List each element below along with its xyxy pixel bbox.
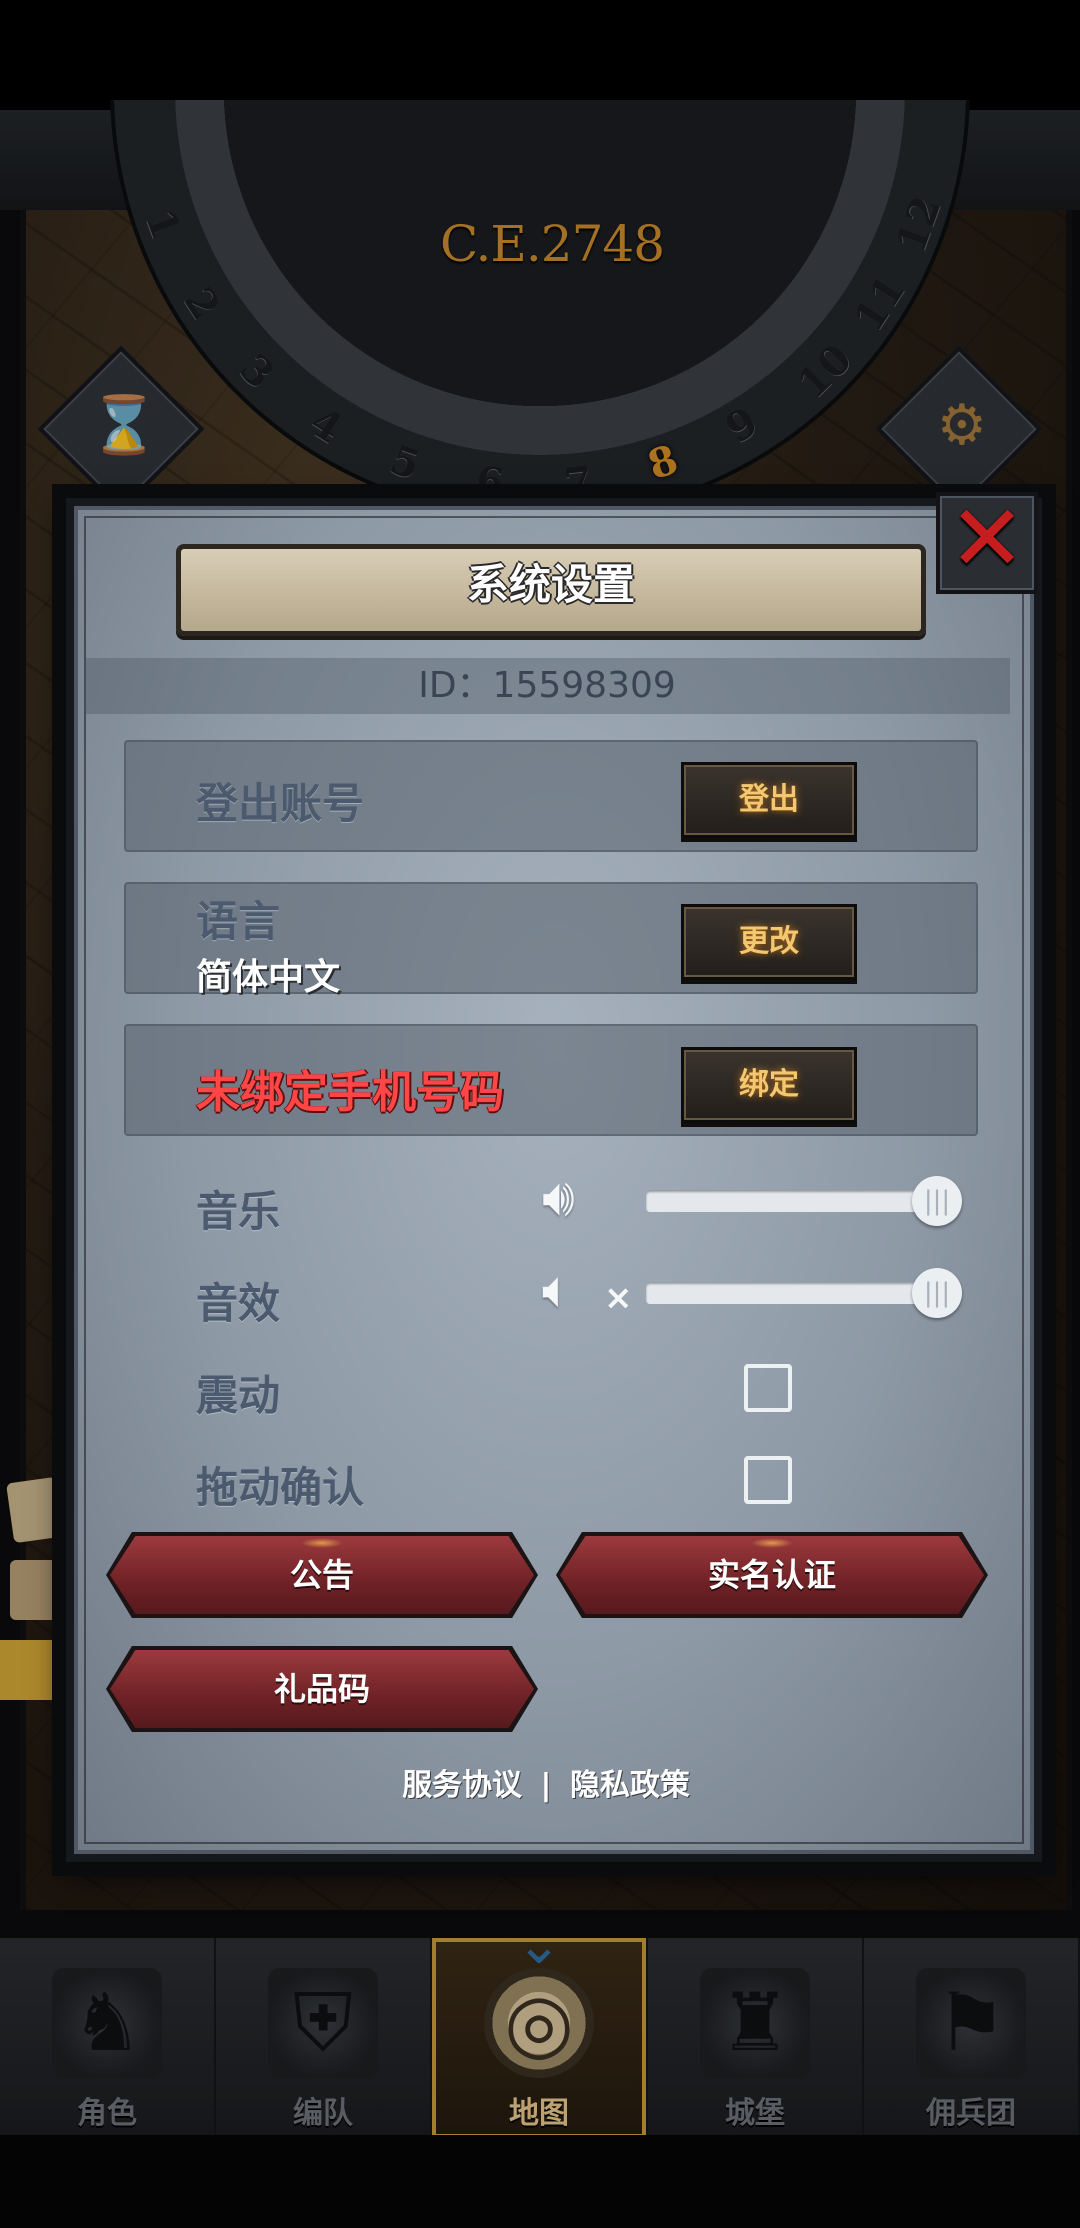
announcement-button-label: 公告 [289,1556,354,1594]
change-language-button[interactable]: 更改 [681,904,857,980]
link-separator: | [540,1768,552,1803]
footer-links: 服务协议 | 隐私政策 [66,1760,1026,1804]
terms-of-service-link[interactable]: 服务协议 [402,1768,522,1803]
player-id: ID：15598309 [418,665,676,706]
vibration-checkbox[interactable] [744,1364,792,1412]
language-value: 简体中文 [196,957,341,998]
speaker-mute-icon[interactable]: 🔈︎ [542,1260,573,1321]
realname-verify-button[interactable]: 实名认证 [556,1532,988,1618]
close-icon: ✕ [948,485,1026,592]
realname-verify-button-label: 实名认证 [707,1556,836,1594]
privacy-policy-link[interactable]: 隐私政策 [570,1768,690,1803]
sfx-slider-knob[interactable]: ||| [912,1268,962,1318]
music-slider[interactable]: ||| [646,1176,962,1226]
sound-effects-label: 音效 [196,1279,281,1328]
phone-unbound-warning: 未绑定手机号码 [196,1067,504,1118]
music-slider-knob[interactable]: ||| [912,1176,962,1226]
drag-confirm-checkbox[interactable] [744,1456,792,1504]
gift-code-button-label: 礼品码 [273,1670,370,1708]
language-label: 语言 [196,897,281,946]
bind-phone-button[interactable]: 绑定 [681,1047,857,1123]
sfx-slider-track[interactable] [646,1282,946,1304]
sfx-slider[interactable]: ||| [646,1268,962,1318]
speaker-on-icon[interactable]: 🔊︎ [542,1168,575,1229]
close-button[interactable]: ✕ [936,492,1038,594]
drag-confirm-label: 拖动确认 [196,1463,365,1512]
announcement-button[interactable]: 公告 [106,1532,538,1618]
mute-x-icon: × [604,1278,633,1318]
gift-code-button[interactable]: 礼品码 [106,1646,538,1732]
logout-button[interactable]: 登出 [681,762,857,838]
vibration-label: 震动 [196,1371,281,1420]
music-label: 音乐 [196,1187,281,1236]
dialog-title: 系统设置 [466,560,635,609]
music-slider-track[interactable] [646,1190,946,1212]
logout-label: 登出账号 [196,779,365,828]
